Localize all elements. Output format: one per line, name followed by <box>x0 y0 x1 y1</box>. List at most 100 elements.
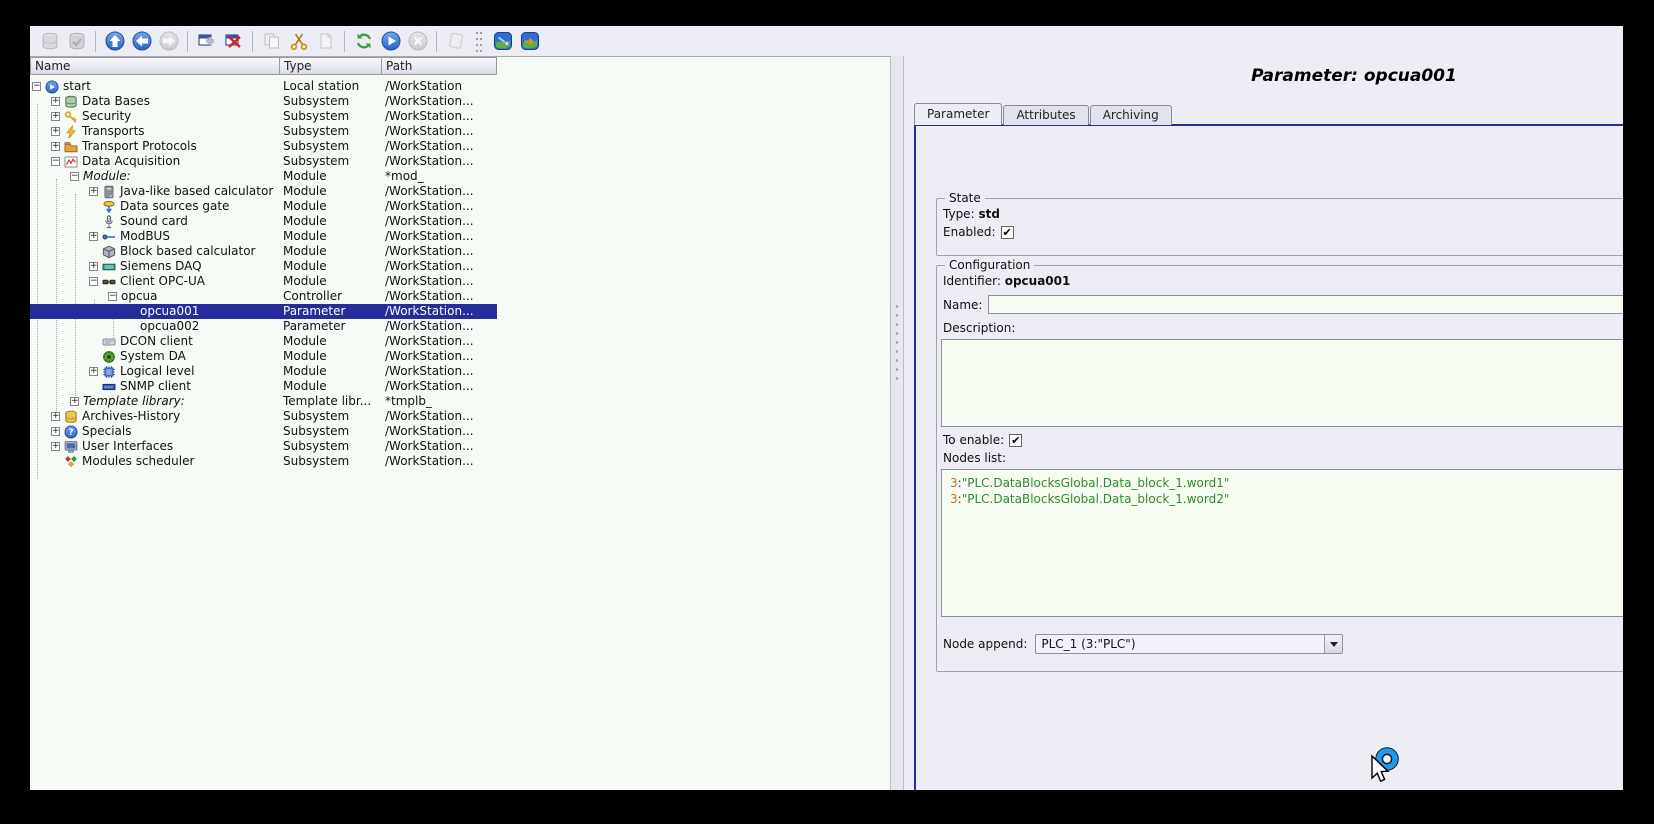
enabled-checkbox[interactable]: ✔ <box>1001 226 1014 239</box>
clear-button[interactable] <box>442 29 469 54</box>
collapse-minus-icon[interactable]: − <box>89 277 98 286</box>
page-title: Parameter: opcua001 <box>904 66 1623 86</box>
tree-item-path: /WorkStation... <box>382 454 497 469</box>
tree-row-start[interactable]: −startLocal station/WorkStation <box>30 79 497 94</box>
collapse-minus-icon[interactable]: − <box>108 292 117 301</box>
expand-plus-icon[interactable]: + <box>51 427 60 436</box>
expand-plus-icon[interactable]: + <box>51 412 60 421</box>
tree-row-transports[interactable]: +TransportsSubsystem/WorkStation... <box>30 124 497 139</box>
tree-row-transport-protocols[interactable]: +Transport ProtocolsSubsystem/WorkStatio… <box>30 139 497 154</box>
name-label: Name: <box>943 298 982 312</box>
expand-plus-icon[interactable]: + <box>70 397 79 406</box>
copy-item-button[interactable] <box>258 29 285 54</box>
tree-item-type: Subsystem <box>280 124 382 139</box>
expand-plus-icon[interactable]: + <box>89 187 98 196</box>
tree-row-java-like-based-calculator[interactable]: +Java-like based calculatorModule/WorkSt… <box>30 184 497 199</box>
name-field[interactable] <box>988 295 1623 314</box>
save-to-db-button[interactable] <box>63 29 90 54</box>
tree-row-logical-level[interactable]: +Logical levelModule/WorkStation... <box>30 364 497 379</box>
node-entry: 3:"PLC.DataBlocksGlobal.Data_block_1.wor… <box>942 475 1623 491</box>
paste-item-button[interactable] <box>312 29 339 54</box>
expand-plus-icon[interactable]: + <box>51 127 60 136</box>
tab-archiving[interactable]: Archiving <box>1090 105 1172 125</box>
tree-column-header-name[interactable]: Name <box>30 57 280 75</box>
load-from-db-button[interactable] <box>36 29 63 54</box>
nodes-list-field[interactable]: 3:"PLC.DataBlocksGlobal.Data_block_1.wor… <box>941 469 1623 617</box>
screen: { "window": {"title": "OpenSCADA configu… <box>0 0 1654 824</box>
tree-row-siemens-daq[interactable]: +Siemens DAQModule/WorkStation... <box>30 259 497 274</box>
collapse-minus-icon[interactable]: − <box>51 157 60 166</box>
toolbar-separator <box>187 31 188 52</box>
db-save-icon <box>67 31 87 51</box>
start-button[interactable] <box>377 29 404 54</box>
expand-plus-icon[interactable]: + <box>89 367 98 376</box>
expand-plus-icon[interactable]: + <box>89 262 98 271</box>
delete-item-button[interactable] <box>220 29 247 54</box>
dev-tools-button-1[interactable] <box>489 29 516 54</box>
tree-row-modbus[interactable]: +ModBUSModule/WorkStation... <box>30 229 497 244</box>
tree-row-block-based-calculator[interactable]: Block based calculatorModule/WorkStation… <box>30 244 497 259</box>
type-value: std <box>978 207 999 221</box>
tree-item-path: /WorkStation... <box>382 289 497 304</box>
keys-icon <box>64 110 78 124</box>
tree-item-label: User Interfaces <box>82 439 173 454</box>
tree-row-opcua001[interactable]: opcua001Parameter/WorkStation... <box>30 304 497 319</box>
tree-item-label: opcua001 <box>140 304 199 319</box>
tree-item-type: Module <box>280 364 382 379</box>
tree-item-label: opcua002 <box>140 319 199 334</box>
tab-parameter[interactable]: Parameter <box>914 103 1002 125</box>
tree-item-type: Subsystem <box>280 154 382 169</box>
tree-row-opcua[interactable]: −opcuaController/WorkStation... <box>30 289 497 304</box>
description-label: Description: <box>943 321 1015 335</box>
add-item-button[interactable] <box>193 29 220 54</box>
play-icon <box>45 80 59 94</box>
tree-row-system-da[interactable]: System DAModule/WorkStation... <box>30 349 497 364</box>
tree-row-snmp-client[interactable]: SNMP clientModule/WorkStation... <box>30 379 497 394</box>
tree-row-template-library[interactable]: +Template library:Template libr...*tmplb… <box>30 394 497 409</box>
tree-row-module[interactable]: −Module:Module*mod_ <box>30 169 497 184</box>
chevron-down-icon[interactable] <box>1324 635 1342 653</box>
cut-item-button[interactable] <box>285 29 312 54</box>
go-forward-button[interactable] <box>155 29 182 54</box>
tree-item-label: ModBUS <box>120 229 170 244</box>
tab-attributes[interactable]: Attributes <box>1003 105 1088 125</box>
expand-plus-icon[interactable]: + <box>51 97 60 106</box>
tree-row-modules-scheduler[interactable]: Modules schedulerSubsystem/WorkStation..… <box>30 454 497 469</box>
tree-row-user-interfaces[interactable]: +User InterfacesSubsystem/WorkStation... <box>30 439 497 454</box>
expand-plus-icon[interactable]: + <box>51 142 60 151</box>
tree-row-data-sources-gate[interactable]: Data sources gateModule/WorkStation... <box>30 199 497 214</box>
go-up-button[interactable] <box>101 29 128 54</box>
tree-row-data-acquisition[interactable]: −Data AcquisitionSubsystem/WorkStation..… <box>30 154 497 169</box>
tree-item-type: Module <box>280 259 382 274</box>
tree-row-client-opc-ua[interactable]: −Client OPC-UAModule/WorkStation... <box>30 274 497 289</box>
to-enable-checkbox[interactable]: ✔ <box>1009 434 1022 447</box>
panel-splitter[interactable] <box>890 56 904 790</box>
tree-item-type: Local station <box>280 79 382 94</box>
state-legend: State <box>945 191 985 205</box>
tree-row-archives-history[interactable]: +Archives-HistorySubsystem/WorkStation..… <box>30 409 497 424</box>
tree-row-opcua002[interactable]: opcua002Parameter/WorkStation... <box>30 319 497 334</box>
tree-item-type: Module <box>280 169 382 184</box>
tree-column-header-type[interactable]: Type <box>280 57 382 75</box>
node-append-combobox[interactable]: PLC_1 (3:"PLC") <box>1035 634 1343 654</box>
collapse-minus-icon[interactable]: − <box>32 82 41 91</box>
description-field[interactable] <box>941 339 1623 427</box>
toolbar-separator <box>344 31 345 52</box>
tree-item-type: Parameter <box>280 304 382 319</box>
tree-row-dcon-client[interactable]: DCON clientModule/WorkStation... <box>30 334 497 349</box>
go-back-button[interactable] <box>128 29 155 54</box>
collapse-minus-icon[interactable]: − <box>70 172 79 181</box>
expand-plus-icon[interactable]: + <box>51 112 60 121</box>
tree-column-header-path[interactable]: Path <box>382 57 497 75</box>
dev-tools-button-2[interactable] <box>516 29 543 54</box>
expand-plus-icon[interactable]: + <box>51 442 60 451</box>
tree-row-data-bases[interactable]: +Data BasesSubsystem/WorkStation... <box>30 94 497 109</box>
tree-row-specials[interactable]: +SpecialsSubsystem/WorkStation... <box>30 424 497 439</box>
stop-button[interactable] <box>404 29 431 54</box>
tree-item-path: /WorkStation... <box>382 244 497 259</box>
refresh-button[interactable] <box>350 29 377 54</box>
tree-row-security[interactable]: +SecuritySubsystem/WorkStation... <box>30 109 497 124</box>
parameter-panel: Parameter: opcua001 ParameterAttributesA… <box>904 56 1623 790</box>
tree-row-sound-card[interactable]: Sound cardModule/WorkStation... <box>30 214 497 229</box>
expand-plus-icon[interactable]: + <box>89 232 98 241</box>
